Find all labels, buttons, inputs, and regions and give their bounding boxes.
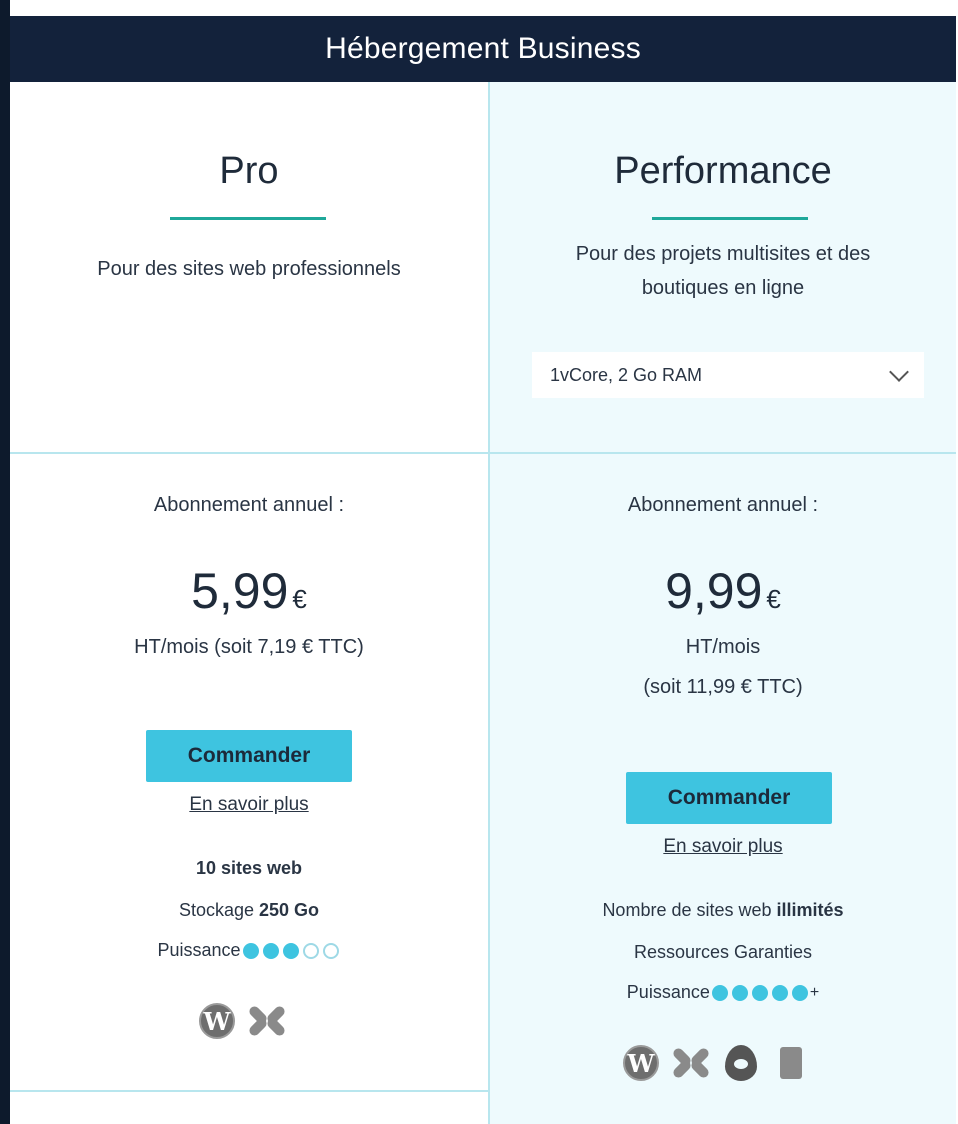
joomla-icon xyxy=(247,1002,287,1040)
order-button[interactable]: Commander xyxy=(626,772,832,824)
price-value: 5,99 xyxy=(191,563,289,619)
plan-description: Pour des projets multisites et des bouti… xyxy=(490,237,956,305)
plan-column-pro: Pro Pour des sites web professionnels Ab… xyxy=(10,82,490,1124)
feature-sites: 10 sites web xyxy=(195,858,303,878)
price-detail-line: (soit 11,99 € TTC) xyxy=(643,676,803,698)
power-dot-filled xyxy=(242,943,259,960)
section-title: Hébergement Business xyxy=(325,32,641,65)
plan-title: Pro xyxy=(219,150,279,192)
power-dot-filled xyxy=(282,943,299,960)
plan-description: Pour des sites web professionnels xyxy=(10,252,488,286)
feature-power: Puissance + xyxy=(490,982,956,1003)
power-dot-filled xyxy=(791,985,808,1002)
cms-icons: W xyxy=(622,1044,810,1082)
power-dot-filled xyxy=(711,985,728,1002)
order-button[interactable]: Commander xyxy=(146,730,352,782)
power-plus: + xyxy=(809,984,820,1002)
feature-resources: Ressources Garanties xyxy=(633,942,813,962)
feature-power: Puissance xyxy=(10,940,488,961)
feature-sites: Nombre de sites web illimités xyxy=(602,900,844,920)
learn-more-link[interactable]: En savoir plus xyxy=(663,836,782,857)
power-dot-filled xyxy=(771,985,788,1002)
price-detail: HT/mois (soit 7,19 € TTC) xyxy=(10,627,488,667)
price-currency: € xyxy=(292,584,307,614)
power-dot-filled xyxy=(751,985,768,1002)
subscription-label: Abonnement annuel : xyxy=(153,494,345,516)
learn-more-link[interactable]: En savoir plus xyxy=(189,794,308,815)
description-line: Pour des projets multisites et des xyxy=(575,243,871,265)
title-underline xyxy=(170,217,326,220)
description-line: Pour des sites web professionnels xyxy=(97,258,401,280)
drupal-icon xyxy=(722,1044,760,1082)
config-select[interactable]: 1vCore, 2 Go RAM xyxy=(532,352,924,398)
title-underline xyxy=(652,217,808,220)
pricing-page: Hébergement Business Pro Pour des sites … xyxy=(0,0,958,1124)
power-dot-empty xyxy=(302,943,319,960)
power-label: Puissance xyxy=(157,940,241,960)
cms-icons: W xyxy=(198,1002,287,1040)
row-divider xyxy=(10,452,956,454)
price: 5,99 € xyxy=(10,562,488,620)
section-header: Hébergement Business xyxy=(10,16,956,82)
wordpress-icon: W xyxy=(198,1002,236,1040)
price-value: 9,99 xyxy=(665,563,763,619)
description-line: boutiques en ligne xyxy=(641,277,805,299)
row-divider-bottom xyxy=(10,1090,488,1092)
chevron-down-icon xyxy=(889,362,909,382)
price-detail-line: HT/mois (soit 7,19 € TTC) xyxy=(134,636,364,658)
subscription-label: Abonnement annuel : xyxy=(627,494,819,516)
power-rating xyxy=(711,985,808,1002)
power-rating xyxy=(242,943,339,960)
joomla-icon xyxy=(671,1044,711,1082)
learn-more-link-wrap: En savoir plus xyxy=(490,836,956,858)
price-currency: € xyxy=(766,584,781,614)
power-dot-empty xyxy=(322,943,339,960)
price-detail: HT/mois (soit 11,99 € TTC) xyxy=(490,627,956,707)
plan-title: Performance xyxy=(614,150,832,192)
power-dot-filled xyxy=(262,943,279,960)
other-cms-icon xyxy=(772,1044,810,1082)
price-detail-line: HT/mois xyxy=(685,636,761,658)
wordpress-icon: W xyxy=(622,1044,660,1082)
price: 9,99 € xyxy=(490,562,956,620)
left-edge xyxy=(0,0,10,1124)
power-label: Puissance xyxy=(626,982,710,1002)
power-dot-filled xyxy=(731,985,748,1002)
config-select-value: 1vCore, 2 Go RAM xyxy=(550,364,703,385)
learn-more-link-wrap: En savoir plus xyxy=(10,794,488,816)
feature-storage: Stockage 250 Go xyxy=(178,900,320,920)
plan-column-performance: Performance Pour des projets multisites … xyxy=(490,82,956,1124)
